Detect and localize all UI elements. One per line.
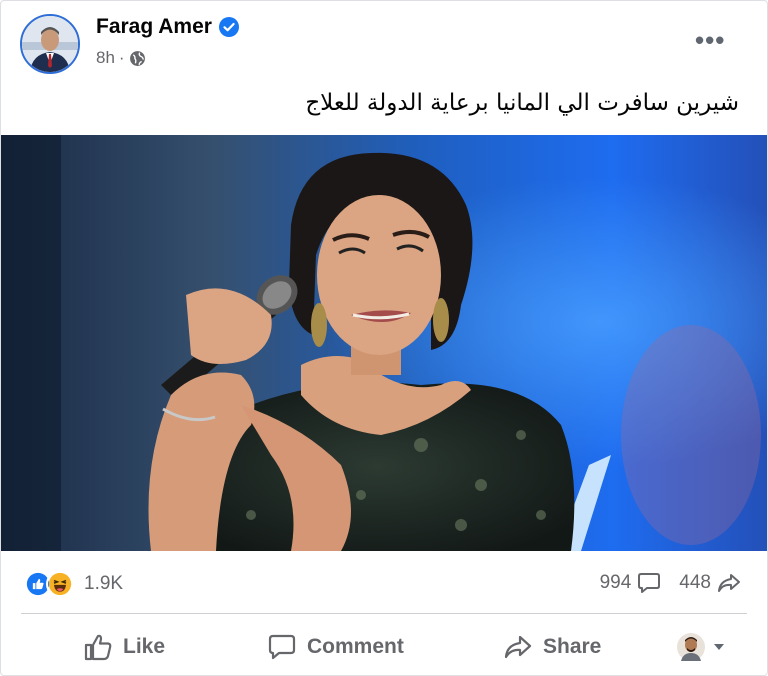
post-time[interactable]: 8h (96, 48, 115, 68)
comment-label: Comment (307, 635, 404, 658)
comment-icon (268, 634, 296, 660)
like-button[interactable]: Like (83, 633, 165, 661)
thumbs-up-icon (84, 634, 112, 661)
author-name[interactable]: Farag Amer (96, 15, 212, 39)
reactions-count: 1.9K (84, 573, 124, 594)
post-photo[interactable] (1, 135, 767, 551)
more-options-icon[interactable]: ••• (695, 27, 725, 53)
comment-button[interactable]: Comment (267, 633, 404, 661)
reaction-as-selector[interactable] (677, 633, 725, 661)
share-button[interactable]: Share (503, 633, 601, 661)
globe-icon (129, 50, 145, 66)
shares-count[interactable]: 448 (679, 572, 711, 594)
share-count-icon (718, 574, 740, 592)
post-card: Farag Amer 8h · ••• شيرين سافرت الي الما… (0, 0, 768, 676)
singer-photo (1, 135, 767, 551)
comment-count-icon (638, 573, 661, 593)
comments-count[interactable]: 994 (600, 572, 632, 594)
author-avatar[interactable] (20, 14, 80, 74)
verified-badge-icon (218, 17, 239, 37)
author-photo (22, 16, 78, 72)
reactions-summary[interactable]: 1.9K (24, 570, 123, 598)
share-label: Share (543, 635, 602, 658)
profile-avatar-icon (677, 633, 705, 661)
haha-reaction-icon (46, 570, 74, 598)
stats-divider (21, 613, 747, 614)
share-icon (504, 635, 532, 659)
post-caption: شيرين سافرت الي المانيا برعاية الدولة لل… (305, 90, 739, 116)
chevron-down-icon (714, 644, 724, 650)
like-label: Like (123, 635, 166, 658)
meta-separator: · (118, 48, 125, 67)
